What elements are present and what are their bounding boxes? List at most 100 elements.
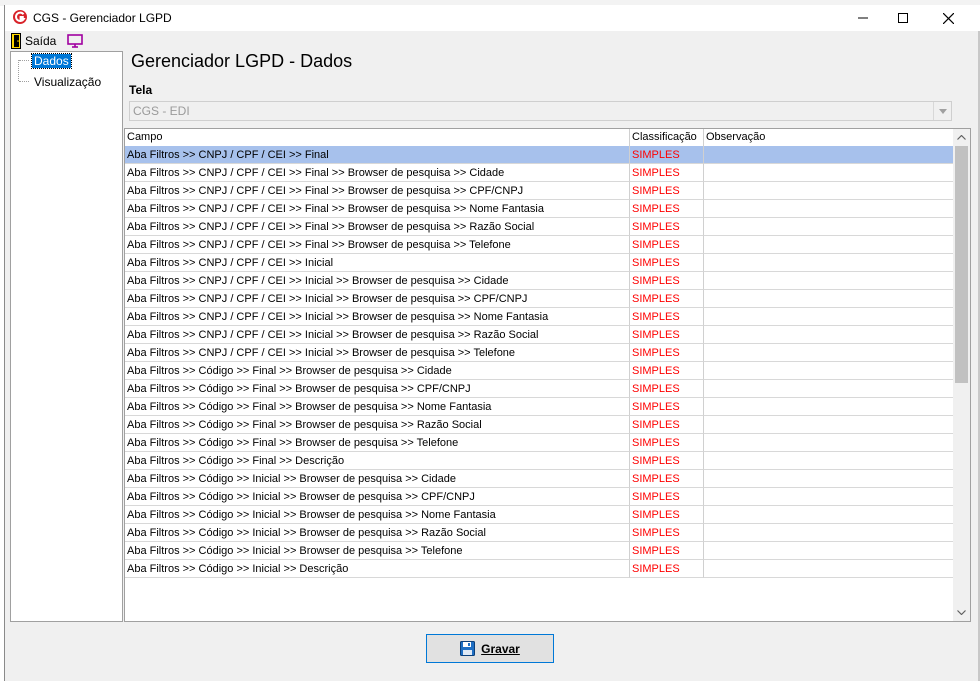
observacao-cell[interactable] bbox=[704, 218, 954, 236]
maximize-button[interactable] bbox=[880, 5, 926, 31]
observacao-cell[interactable] bbox=[704, 434, 954, 452]
classificacao-cell[interactable]: SIMPLES bbox=[630, 506, 704, 524]
classificacao-cell[interactable]: SIMPLES bbox=[630, 416, 704, 434]
table-row[interactable]: Aba Filtros >> Código >> Inicial >> Brow… bbox=[125, 542, 954, 560]
classificacao-cell[interactable]: SIMPLES bbox=[630, 524, 704, 542]
observacao-cell[interactable] bbox=[704, 236, 954, 254]
observacao-cell[interactable] bbox=[704, 416, 954, 434]
table-row[interactable]: Aba Filtros >> CNPJ / CPF / CEI >> Inici… bbox=[125, 344, 954, 362]
table-row[interactable]: Aba Filtros >> Código >> Inicial >> Brow… bbox=[125, 470, 954, 488]
table-row[interactable]: Aba Filtros >> Código >> Final >> Browse… bbox=[125, 434, 954, 452]
observacao-cell[interactable] bbox=[704, 488, 954, 506]
classificacao-cell[interactable]: SIMPLES bbox=[630, 254, 704, 272]
observacao-cell[interactable] bbox=[704, 326, 954, 344]
campo-cell[interactable]: Aba Filtros >> Código >> Inicial >> Desc… bbox=[125, 560, 630, 578]
campo-cell[interactable]: Aba Filtros >> Código >> Inicial >> Brow… bbox=[125, 488, 630, 506]
close-button[interactable] bbox=[925, 5, 971, 31]
column-header-classificacao[interactable]: Classificação bbox=[630, 129, 704, 146]
campo-cell[interactable]: Aba Filtros >> CNPJ / CPF / CEI >> Inici… bbox=[125, 290, 630, 308]
campo-cell[interactable]: Aba Filtros >> CNPJ / CPF / CEI >> Inici… bbox=[125, 326, 630, 344]
classificacao-cell[interactable]: SIMPLES bbox=[630, 272, 704, 290]
classificacao-cell[interactable]: SIMPLES bbox=[630, 560, 704, 578]
classificacao-cell[interactable]: SIMPLES bbox=[630, 452, 704, 470]
column-header-observacao[interactable]: Observação bbox=[704, 129, 954, 146]
table-row[interactable]: Aba Filtros >> CNPJ / CPF / CEI >> Inici… bbox=[125, 272, 954, 290]
observacao-cell[interactable] bbox=[704, 290, 954, 308]
classificacao-cell[interactable]: SIMPLES bbox=[630, 308, 704, 326]
classificacao-cell[interactable]: SIMPLES bbox=[630, 164, 704, 182]
observacao-cell[interactable] bbox=[704, 200, 954, 218]
campo-cell[interactable]: Aba Filtros >> Código >> Inicial >> Brow… bbox=[125, 542, 630, 560]
campo-cell[interactable]: Aba Filtros >> Código >> Inicial >> Brow… bbox=[125, 524, 630, 542]
campo-cell[interactable]: Aba Filtros >> CNPJ / CPF / CEI >> Final bbox=[125, 146, 630, 164]
table-row[interactable]: Aba Filtros >> Código >> Inicial >> Desc… bbox=[125, 560, 954, 578]
table-row[interactable]: Aba Filtros >> Código >> Final >> Descri… bbox=[125, 452, 954, 470]
classificacao-cell[interactable]: SIMPLES bbox=[630, 398, 704, 416]
observacao-cell[interactable] bbox=[704, 470, 954, 488]
campo-cell[interactable]: Aba Filtros >> CNPJ / CPF / CEI >> Inici… bbox=[125, 272, 630, 290]
scroll-thumb[interactable] bbox=[955, 146, 968, 383]
tela-select[interactable]: CGS - EDI bbox=[129, 101, 952, 121]
scroll-up-button[interactable] bbox=[953, 129, 970, 146]
table-row[interactable]: Aba Filtros >> CNPJ / CPF / CEI >> Inici… bbox=[125, 254, 954, 272]
table-row[interactable]: Aba Filtros >> CNPJ / CPF / CEI >> Inici… bbox=[125, 326, 954, 344]
campo-cell[interactable]: Aba Filtros >> Código >> Final >> Browse… bbox=[125, 434, 630, 452]
table-row[interactable]: Aba Filtros >> CNPJ / CPF / CEI >> Final… bbox=[125, 218, 954, 236]
table-row[interactable]: Aba Filtros >> CNPJ / CPF / CEI >> Final… bbox=[125, 164, 954, 182]
observacao-cell[interactable] bbox=[704, 308, 954, 326]
campo-cell[interactable]: Aba Filtros >> Código >> Inicial >> Brow… bbox=[125, 506, 630, 524]
table-row[interactable]: Aba Filtros >> CNPJ / CPF / CEI >> Final… bbox=[125, 236, 954, 254]
campo-cell[interactable]: Aba Filtros >> CNPJ / CPF / CEI >> Final… bbox=[125, 236, 630, 254]
table-row[interactable]: Aba Filtros >> CNPJ / CPF / CEI >> Inici… bbox=[125, 308, 954, 326]
observacao-cell[interactable] bbox=[704, 146, 954, 164]
column-header-campo[interactable]: Campo bbox=[125, 129, 630, 146]
table-row[interactable]: Aba Filtros >> Código >> Inicial >> Brow… bbox=[125, 524, 954, 542]
tree-item-visualizacao[interactable]: Visualização bbox=[32, 75, 103, 89]
table-row[interactable]: Aba Filtros >> Código >> Final >> Browse… bbox=[125, 362, 954, 380]
observacao-cell[interactable] bbox=[704, 560, 954, 578]
classificacao-cell[interactable]: SIMPLES bbox=[630, 200, 704, 218]
classificacao-cell[interactable]: SIMPLES bbox=[630, 362, 704, 380]
classificacao-cell[interactable]: SIMPLES bbox=[630, 380, 704, 398]
table-row[interactable]: Aba Filtros >> CNPJ / CPF / CEI >> Inici… bbox=[125, 290, 954, 308]
observacao-cell[interactable] bbox=[704, 254, 954, 272]
classificacao-cell[interactable]: SIMPLES bbox=[630, 290, 704, 308]
classificacao-cell[interactable]: SIMPLES bbox=[630, 182, 704, 200]
observacao-cell[interactable] bbox=[704, 164, 954, 182]
table-row[interactable]: Aba Filtros >> Código >> Final >> Browse… bbox=[125, 380, 954, 398]
observacao-cell[interactable] bbox=[704, 182, 954, 200]
exit-menu-item[interactable]: Saída bbox=[11, 33, 56, 49]
classificacao-cell[interactable]: SIMPLES bbox=[630, 218, 704, 236]
campo-cell[interactable]: Aba Filtros >> CNPJ / CPF / CEI >> Inici… bbox=[125, 254, 630, 272]
campo-cell[interactable]: Aba Filtros >> Código >> Final >> Browse… bbox=[125, 362, 630, 380]
table-row[interactable]: Aba Filtros >> Código >> Final >> Browse… bbox=[125, 398, 954, 416]
campo-cell[interactable]: Aba Filtros >> Código >> Final >> Browse… bbox=[125, 398, 630, 416]
tela-select-dropdown-button[interactable] bbox=[933, 102, 951, 120]
table-row[interactable]: Aba Filtros >> Código >> Inicial >> Brow… bbox=[125, 506, 954, 524]
campo-cell[interactable]: Aba Filtros >> CNPJ / CPF / CEI >> Final… bbox=[125, 200, 630, 218]
observacao-cell[interactable] bbox=[704, 524, 954, 542]
observacao-cell[interactable] bbox=[704, 272, 954, 290]
scroll-down-button[interactable] bbox=[953, 604, 970, 621]
classificacao-cell[interactable]: SIMPLES bbox=[630, 542, 704, 560]
table-row[interactable]: Aba Filtros >> CNPJ / CPF / CEI >> Final… bbox=[125, 200, 954, 218]
observacao-cell[interactable] bbox=[704, 344, 954, 362]
observacao-cell[interactable] bbox=[704, 398, 954, 416]
classificacao-cell[interactable]: SIMPLES bbox=[630, 344, 704, 362]
campo-cell[interactable]: Aba Filtros >> Código >> Final >> Browse… bbox=[125, 416, 630, 434]
classificacao-cell[interactable]: SIMPLES bbox=[630, 326, 704, 344]
campo-cell[interactable]: Aba Filtros >> Código >> Inicial >> Brow… bbox=[125, 470, 630, 488]
table-row[interactable]: Aba Filtros >> CNPJ / CPF / CEI >> Final… bbox=[125, 182, 954, 200]
title-bar[interactable]: CGS - Gerenciador LGPD bbox=[5, 5, 980, 31]
observacao-cell[interactable] bbox=[704, 506, 954, 524]
table-row[interactable]: Aba Filtros >> Código >> Inicial >> Brow… bbox=[125, 488, 954, 506]
tree-item-dados[interactable]: Dados bbox=[31, 53, 72, 69]
classificacao-cell[interactable]: SIMPLES bbox=[630, 236, 704, 254]
campo-cell[interactable]: Aba Filtros >> CNPJ / CPF / CEI >> Final… bbox=[125, 218, 630, 236]
campo-cell[interactable]: Aba Filtros >> CNPJ / CPF / CEI >> Final… bbox=[125, 182, 630, 200]
save-button[interactable]: Gravar bbox=[426, 634, 554, 663]
data-grid[interactable]: Campo Classificação Observação Aba Filtr… bbox=[124, 128, 971, 622]
classificacao-cell[interactable]: SIMPLES bbox=[630, 434, 704, 452]
campo-cell[interactable]: Aba Filtros >> Código >> Final >> Descri… bbox=[125, 452, 630, 470]
classificacao-cell[interactable]: SIMPLES bbox=[630, 146, 704, 164]
